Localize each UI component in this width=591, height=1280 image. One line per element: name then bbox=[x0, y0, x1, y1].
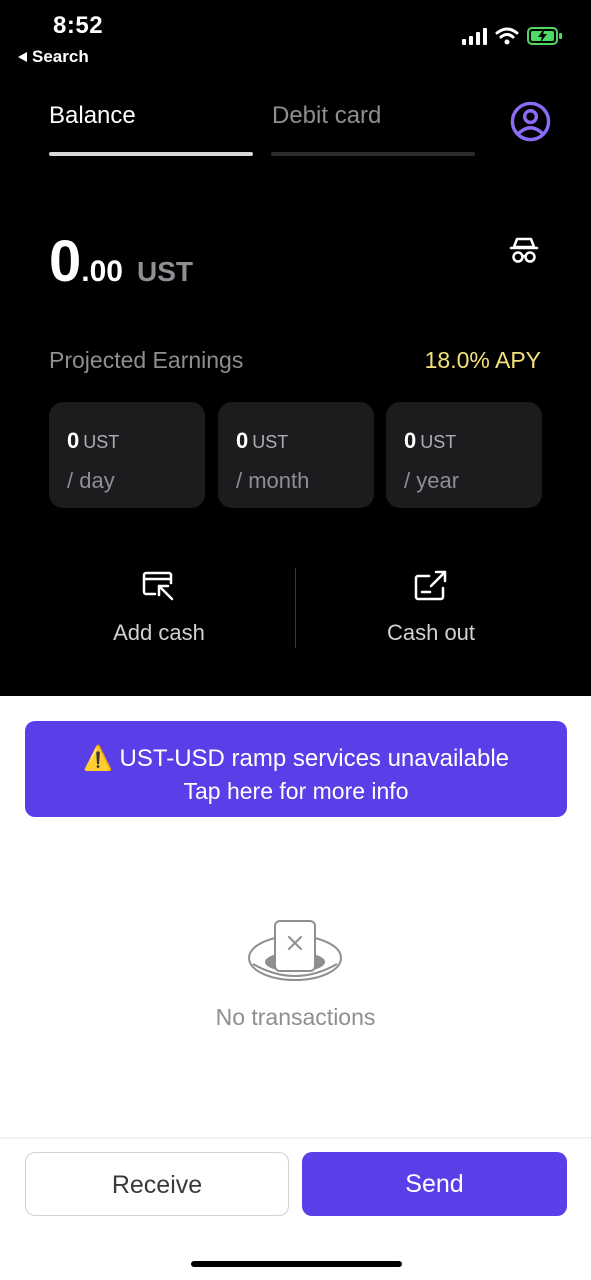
earnings-day-period: / day bbox=[67, 468, 115, 493]
add-cash-button[interactable]: Add cash bbox=[59, 568, 259, 646]
earnings-day-value: 0 bbox=[67, 428, 80, 453]
add-cash-icon bbox=[142, 571, 174, 601]
cash-out-icon bbox=[414, 570, 447, 601]
balance-integer: 0 bbox=[49, 229, 82, 294]
status-icons bbox=[462, 26, 563, 46]
balance-unit: UST bbox=[136, 256, 193, 287]
earnings-year-unit: UST bbox=[420, 432, 457, 452]
earnings-month-value: 0 bbox=[236, 428, 249, 453]
earnings-card-day: 0 UST / day bbox=[49, 402, 205, 508]
receive-button[interactable]: Receive bbox=[25, 1152, 289, 1216]
send-button[interactable]: Send bbox=[302, 1152, 567, 1216]
banner-title: ⚠️ UST-USD ramp services unavailable bbox=[82, 745, 510, 772]
earnings-card-year: 0 UST / year bbox=[386, 402, 542, 508]
bottom-separator bbox=[0, 1137, 591, 1139]
back-to-search[interactable]: Search bbox=[18, 47, 89, 67]
incognito-icon[interactable] bbox=[508, 234, 540, 266]
back-arrow-icon bbox=[18, 52, 27, 62]
earnings-year-value: 0 bbox=[404, 428, 417, 453]
earnings-month-period: / month bbox=[236, 468, 310, 493]
home-indicator[interactable] bbox=[191, 1261, 402, 1267]
wifi-icon bbox=[495, 27, 519, 45]
back-label: Search bbox=[32, 47, 89, 66]
balance-panel: 8:52 Search Balance Debit card 0 .00 UST bbox=[0, 0, 591, 696]
signal-icon bbox=[462, 27, 487, 45]
no-transactions-icon bbox=[248, 920, 342, 981]
balance-amount: 0 .00 UST bbox=[49, 228, 193, 295]
projected-earnings-label: Projected Earnings bbox=[49, 347, 244, 373]
earnings-month-unit: UST bbox=[252, 432, 289, 452]
tab-indicator-active bbox=[49, 152, 253, 156]
tab-balance[interactable]: Balance bbox=[49, 102, 136, 130]
profile-icon[interactable] bbox=[510, 101, 551, 142]
no-transactions-text: No transactions bbox=[215, 1004, 376, 1030]
banner-subtitle: Tap here for more info bbox=[183, 778, 409, 804]
earnings-card-month: 0 UST / month bbox=[218, 402, 374, 508]
balance-decimal: .00 bbox=[81, 255, 123, 288]
cash-out-button[interactable]: Cash out bbox=[331, 568, 531, 646]
cash-out-label: Cash out bbox=[386, 620, 476, 645]
battery-charging-icon bbox=[527, 27, 562, 45]
tab-indicator-inactive bbox=[271, 152, 475, 156]
tab-debit-card[interactable]: Debit card bbox=[272, 102, 381, 130]
status-time: 8:52 bbox=[53, 12, 104, 39]
actions-divider bbox=[295, 568, 296, 648]
earnings-day-unit: UST bbox=[83, 432, 120, 452]
add-cash-label: Add cash bbox=[113, 620, 205, 645]
apy-value: 18.0% APY bbox=[424, 347, 541, 373]
earnings-year-period: / year bbox=[404, 468, 460, 493]
ramp-unavailable-banner[interactable]: ⚠️ UST-USD ramp services unavailable Tap… bbox=[25, 721, 567, 817]
